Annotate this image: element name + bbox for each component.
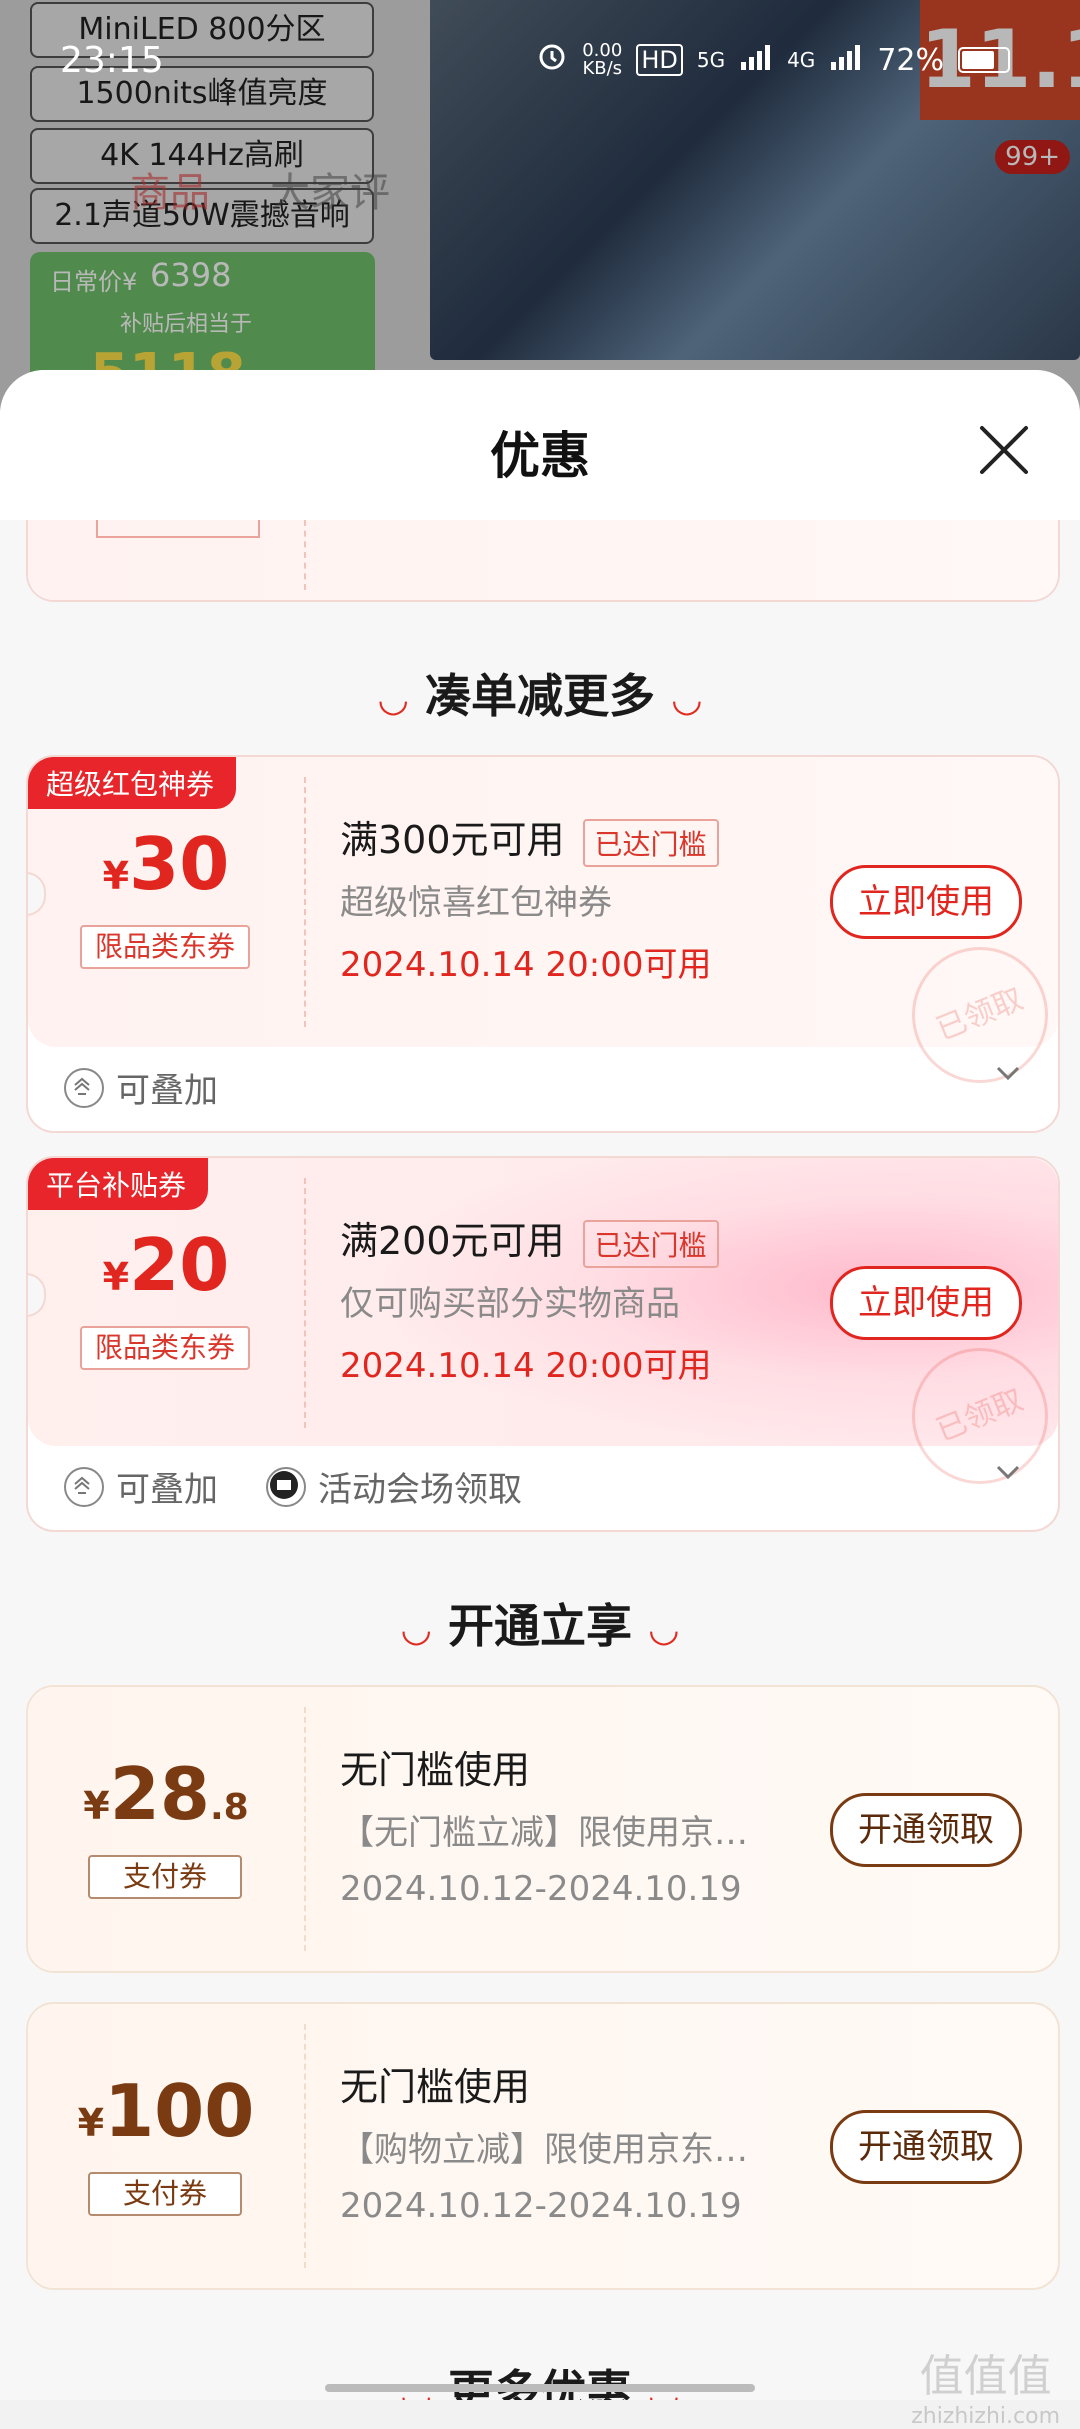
signal-icon bbox=[829, 43, 863, 78]
coupon-amount: ¥100 bbox=[77, 2069, 255, 2153]
coupon-date: 2024.10.14 20:00可用 bbox=[340, 1346, 712, 1386]
coupon-scope: 支付券 bbox=[88, 2172, 242, 2216]
coupon-tag: 平台补贴券 bbox=[28, 1158, 209, 1210]
coupon-amount: ¥30 bbox=[102, 822, 230, 906]
hd-icon: HD bbox=[636, 44, 683, 76]
signal-icon bbox=[739, 43, 773, 78]
coupon-date: 2024.10.12-2024.10.19 bbox=[340, 2186, 742, 2226]
coupon-condition: 满200元可用 已达门槛 bbox=[340, 1210, 719, 1268]
coupon-desc: 【无门槛立减】限使用京… bbox=[340, 1813, 748, 1853]
coupon-footer: 可叠加 bbox=[64, 1063, 218, 1112]
sheet-header: 优惠 bbox=[0, 370, 1080, 520]
stack-icon bbox=[64, 1466, 104, 1507]
net-speed: 0.00 KB/s bbox=[582, 40, 623, 79]
coupon-amount: ¥28.8 bbox=[83, 1752, 249, 1836]
pay-coupon-card[interactable]: ¥100 支付券 无门槛使用 【购物立减】限使用京东… 2024.10.12-2… bbox=[26, 2002, 1060, 2290]
use-now-button[interactable]: 立即使用 bbox=[830, 1266, 1022, 1340]
coupon-scope: 支付券 bbox=[88, 1855, 242, 1899]
status-icons: 0.00 KB/s HD 5G 4G 72% bbox=[536, 40, 1010, 80]
coupon-scope: 限品类东券 bbox=[80, 925, 250, 969]
threshold-badge: 已达门槛 bbox=[582, 1219, 719, 1268]
activate-claim-button[interactable]: 开通领取 bbox=[830, 2110, 1022, 2184]
chevron-down-icon[interactable] bbox=[994, 1057, 1022, 1090]
sheet-title: 优惠 bbox=[490, 427, 590, 485]
venue-label: 活动会场领取 bbox=[318, 1470, 522, 1510]
signal-5g-label: 5G bbox=[696, 48, 726, 72]
status-bar: 23:15 0.00 KB/s HD 5G 4G 72% bbox=[0, 0, 1080, 120]
coupon-condition: 无门槛使用 bbox=[340, 1748, 531, 1792]
section-title-open: ◡ 开通立享 ◡ bbox=[402, 1599, 678, 1653]
coupon-date: 2024.10.14 20:00可用 bbox=[340, 945, 712, 985]
coupon-card[interactable]: 已领取 超级红包神券 ¥30 限品类东券 满300元可用 已达门槛 超级惊喜红包神… bbox=[26, 755, 1060, 1133]
stackable-label: 可叠加 bbox=[116, 1470, 218, 1510]
pay-coupon-card[interactable]: ¥28.8 支付券 无门槛使用 【无门槛立减】限使用京… 2024.10.12-… bbox=[26, 1685, 1060, 1973]
venue-icon bbox=[266, 1466, 306, 1507]
coupon-condition: 无门槛使用 bbox=[340, 2065, 531, 2109]
coupon-card[interactable]: 已领取 平台补贴券 ¥20 限品类东券 满200元可用 已达门槛 仅可购买部分实物… bbox=[26, 1156, 1060, 1532]
coupon-tag: 超级红包神券 bbox=[28, 757, 237, 809]
coupon-desc: 【购物立减】限使用京东… bbox=[340, 2130, 748, 2170]
section-title-stack: ◡ 凑单减更多 ◡ bbox=[379, 669, 701, 723]
stackable-label: 可叠加 bbox=[116, 1071, 218, 1111]
battery-icon bbox=[958, 47, 1010, 73]
stack-icon bbox=[64, 1067, 104, 1108]
close-icon[interactable] bbox=[976, 422, 1032, 478]
home-indicator[interactable] bbox=[325, 2384, 755, 2392]
alarm-icon bbox=[536, 40, 568, 80]
threshold-badge: 已达门槛 bbox=[582, 818, 719, 867]
signal-4g-label: 4G bbox=[787, 48, 816, 72]
coupon-amount: ¥20 bbox=[102, 1223, 230, 1307]
coupon-condition: 满300元可用 已达门槛 bbox=[340, 809, 719, 867]
activate-claim-button[interactable]: 开通领取 bbox=[830, 1793, 1022, 1867]
coupon-card-partial[interactable] bbox=[26, 520, 1060, 602]
coupon-desc: 仅可购买部分实物商品 bbox=[340, 1284, 680, 1324]
coupon-date: 2024.10.12-2024.10.19 bbox=[340, 1869, 742, 1909]
chevron-down-icon[interactable] bbox=[994, 1456, 1022, 1489]
watermark: 值值值 zhizhizhi.com bbox=[911, 2351, 1060, 2429]
coupon-desc: 超级惊喜红包神券 bbox=[340, 883, 612, 923]
battery-percent: 72% bbox=[877, 42, 944, 78]
coupon-scope: 限品类东券 bbox=[80, 1326, 250, 1370]
coupon-sheet: 优惠 ◡ 凑单减更多 ◡ 已领取 超级红包神券 ¥30 限品类东券 满300元可用已… bbox=[0, 370, 1080, 2400]
use-now-button[interactable]: 立即使用 bbox=[830, 865, 1022, 939]
status-time: 23:15 bbox=[60, 40, 164, 81]
coupon-footer: 可叠加 活动会场领取 bbox=[64, 1462, 522, 1511]
